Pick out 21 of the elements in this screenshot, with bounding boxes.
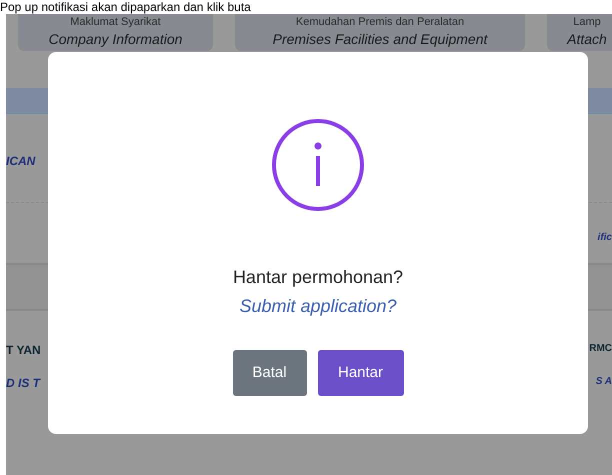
dialog-message: Hantar permohonan?	[232, 266, 404, 289]
background-text: RMC	[589, 342, 612, 356]
background-text: ICAN	[6, 153, 36, 170]
card-title: Lamp	[573, 16, 601, 29]
info-icon	[271, 118, 365, 212]
info-card[interactable]: Kemudahan Premis dan Peralatan Premises Facilities and Equipment	[235, 14, 525, 51]
info-card[interactable]: Maklumat Syarikat Company Information	[18, 14, 213, 51]
card-title: Kemudahan Premis dan Peralatan	[296, 16, 464, 29]
dialog-message-english: Submit application?	[239, 295, 397, 318]
card-subtitle: Company Information	[48, 31, 182, 48]
card-subtitle: Premises Facilities and Equipment	[272, 31, 488, 48]
card-subtitle: Attach	[567, 31, 607, 48]
info-card[interactable]: Lamp Attach	[547, 14, 612, 51]
background-text: D IS T	[6, 375, 40, 392]
submit-button[interactable]: Hantar	[318, 350, 404, 396]
caption-text: Pop up notifikasi akan dipaparkan dan klik buta	[0, 0, 251, 14]
background-text: ific	[598, 231, 612, 245]
background-text: S A	[596, 375, 612, 389]
cancel-button[interactable]: Batal	[232, 350, 306, 396]
card-title: Maklumat Syarikat	[70, 16, 161, 29]
background-text: T YAN	[6, 342, 41, 359]
